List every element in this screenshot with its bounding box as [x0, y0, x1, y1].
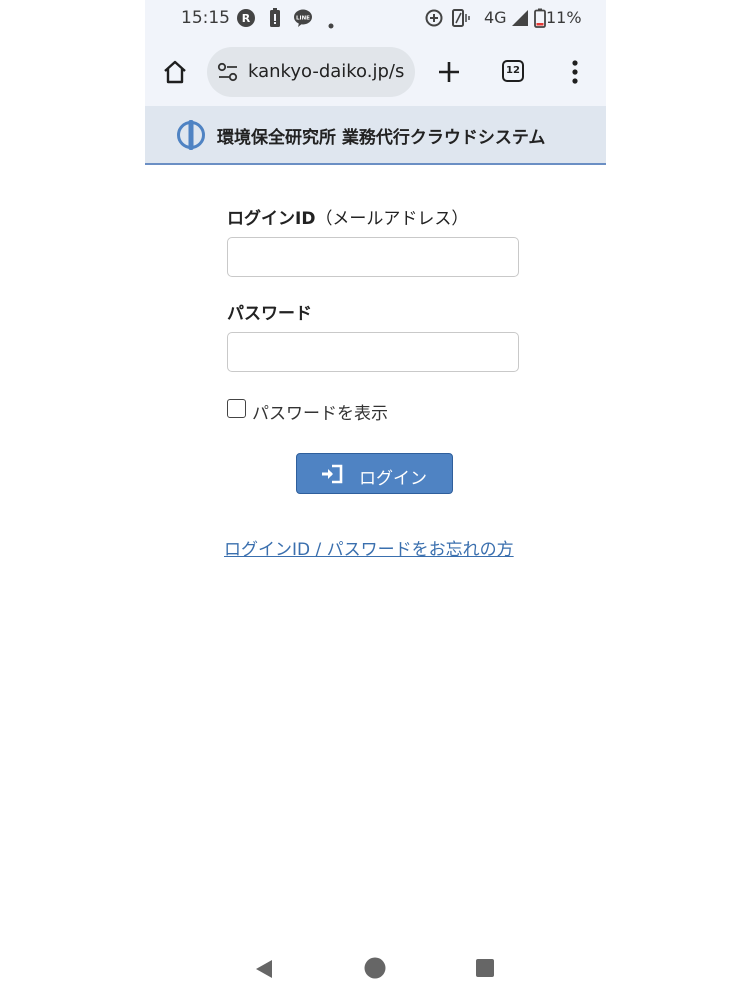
home-circle-icon[interactable]	[364, 957, 386, 983]
back-triangle-icon[interactable]	[253, 958, 275, 984]
tabs-icon[interactable]: 12	[502, 60, 524, 82]
url-text: kankyo-daiko.jp/s	[248, 61, 405, 82]
signal-icon	[511, 9, 529, 31]
battery-percent: 11%	[546, 8, 582, 27]
vibrate-icon	[450, 8, 474, 32]
site-settings-icon[interactable]	[217, 62, 239, 86]
new-tab-plus-icon[interactable]	[438, 61, 460, 87]
address-bar[interactable]: kankyo-daiko.jp/s	[207, 47, 415, 97]
phone-screen: 15:15 R LINE 4G 11% kankyo-daiko.jp/s 12…	[145, 0, 606, 1000]
show-password-checkbox[interactable]	[227, 399, 246, 418]
recents-square-icon[interactable]	[475, 958, 495, 982]
tab-count: 12	[506, 65, 520, 76]
line-icon: LINE	[293, 8, 313, 32]
battery-icon	[534, 8, 546, 32]
network-type: 4G	[484, 8, 507, 27]
browser-toolbar: kankyo-daiko.jp/s 12	[145, 36, 606, 106]
login-id-label-sub: （メールアドレス）	[315, 209, 469, 229]
forgot-credentials-link[interactable]: ログインID / パスワードをお忘れの方	[224, 535, 514, 560]
login-button[interactable]: ログイン	[296, 453, 453, 494]
svg-text:R: R	[242, 12, 251, 25]
site-title: 環境保全研究所 業務代行クラウドシステム	[217, 128, 546, 148]
data-saver-icon	[424, 8, 444, 32]
rakuten-icon: R	[236, 8, 256, 32]
login-id-label-main: ログインID	[227, 209, 316, 229]
login-id-input[interactable]	[227, 237, 519, 277]
site-logo-icon	[175, 119, 207, 155]
password-label: パスワード	[227, 304, 312, 324]
password-input[interactable]	[227, 332, 519, 372]
home-icon[interactable]	[162, 59, 188, 89]
login-id-label: ログインID（メールアドレス）	[227, 204, 468, 229]
battery-saver-icon	[268, 8, 282, 32]
status-time: 15:15	[181, 8, 230, 28]
site-header: 環境保全研究所 業務代行クラウドシステム	[145, 106, 606, 165]
status-bar: 15:15 R LINE 4G 11%	[145, 0, 606, 36]
login-button-label: ログイン	[359, 469, 427, 489]
svg-text:LINE: LINE	[296, 16, 310, 22]
sign-in-icon	[321, 464, 343, 488]
menu-dots-icon[interactable]	[571, 59, 579, 89]
dot-icon	[328, 14, 334, 33]
show-password-label: パスワードを表示	[252, 404, 388, 424]
